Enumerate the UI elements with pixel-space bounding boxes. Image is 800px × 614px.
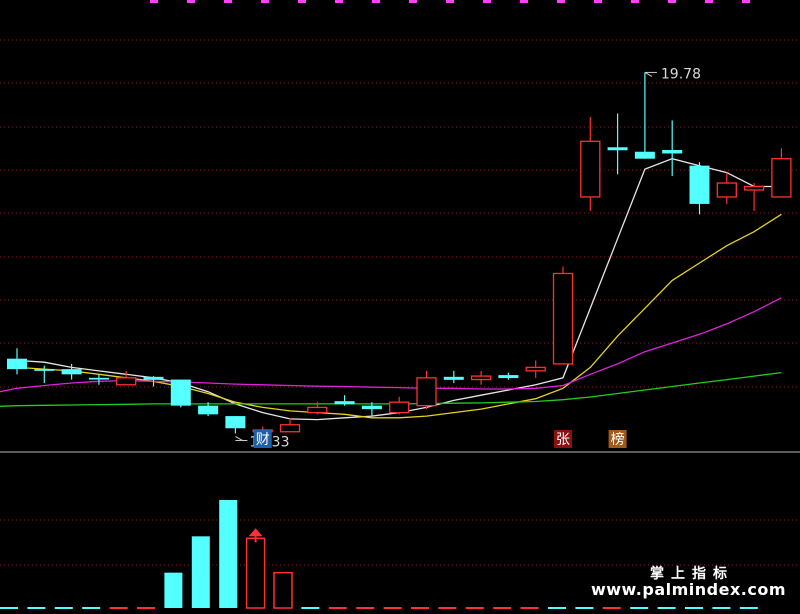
candle-body — [389, 401, 410, 414]
marker-label: 财 — [256, 432, 270, 448]
top-dash — [520, 0, 528, 3]
top-dash — [261, 0, 269, 3]
candle-body — [88, 377, 109, 380]
sub-bar-dash — [0, 607, 18, 609]
sub-bar-dash — [301, 607, 320, 609]
sub-bar-dash — [575, 607, 594, 609]
sub-bar-dash — [739, 607, 758, 609]
sub-bar-dash — [383, 607, 402, 609]
sub-bar-dash — [685, 607, 703, 609]
sub-bar-dash — [657, 607, 676, 609]
candle-body — [580, 140, 601, 198]
sub-bar-dash — [493, 607, 512, 609]
sub-bar-dash — [27, 607, 46, 609]
sub-bar-dash — [356, 607, 375, 609]
sub-bar-dash — [54, 607, 73, 609]
sub-bar-dash — [411, 607, 429, 609]
candle-body — [143, 376, 164, 380]
candle-body — [689, 165, 710, 204]
top-dash — [668, 0, 676, 3]
sub-bar — [245, 537, 266, 609]
candle-body — [34, 369, 55, 371]
marker-label: 张 — [556, 432, 570, 448]
high-pointer — [644, 72, 653, 77]
top-dash — [298, 0, 306, 3]
sub-bar-dash — [465, 607, 484, 609]
top-dash — [446, 0, 454, 3]
sub-bar-dash — [438, 607, 457, 609]
candle-body — [716, 182, 737, 198]
sub-bar-dash — [109, 607, 128, 609]
candle-body — [170, 379, 191, 406]
candle-body — [634, 151, 655, 159]
top-dash — [483, 0, 491, 3]
candle-body — [771, 158, 792, 198]
candle-body — [470, 375, 492, 381]
stock-chart: 19.7810.33财张榜 — [0, 0, 800, 609]
watermark-url: www.palmindex.com — [590, 580, 786, 599]
candle-body — [662, 150, 683, 154]
top-dash — [372, 0, 380, 3]
candle-body — [443, 376, 464, 380]
sub-bar-dash — [630, 607, 649, 609]
top-dash — [187, 0, 195, 3]
candle-body — [416, 377, 437, 407]
top-dash — [557, 0, 565, 3]
sub-bar — [273, 571, 293, 609]
top-dash — [631, 0, 639, 3]
sub-bar-dash — [548, 607, 566, 609]
candle-body — [307, 406, 328, 414]
top-dash — [594, 0, 602, 3]
top-dash — [150, 0, 158, 3]
sub-bar-dash — [137, 607, 155, 609]
up-arrow — [248, 528, 263, 537]
candle-body — [7, 358, 27, 370]
sub-bar-dash — [712, 607, 731, 609]
top-dash — [742, 0, 750, 3]
candle-body — [525, 366, 546, 372]
top-dash — [705, 0, 713, 3]
sub-bar — [164, 572, 183, 608]
high-label: 19.78 — [661, 66, 701, 82]
candle-body — [279, 424, 301, 433]
top-dash — [224, 0, 232, 3]
top-dash — [409, 0, 417, 3]
sub-bar-dash — [520, 607, 539, 609]
sub-bar — [191, 536, 210, 608]
sub-bar — [219, 500, 238, 608]
sub-bar-dash — [82, 607, 101, 609]
top-dash — [335, 0, 343, 3]
marker-label: 榜 — [611, 431, 625, 448]
candle-body — [116, 377, 137, 386]
candle-body — [61, 369, 82, 375]
candle-body — [361, 405, 382, 410]
candle-body — [552, 272, 574, 365]
candle-body — [225, 416, 246, 429]
low-pointer — [235, 436, 243, 441]
sub-bar-dash — [602, 607, 621, 609]
candle-body — [198, 405, 219, 415]
candle-body — [607, 147, 628, 151]
sub-bar-dash — [328, 607, 347, 609]
candle-body — [743, 185, 765, 191]
candle-body — [498, 375, 519, 379]
candle-body — [334, 401, 355, 405]
